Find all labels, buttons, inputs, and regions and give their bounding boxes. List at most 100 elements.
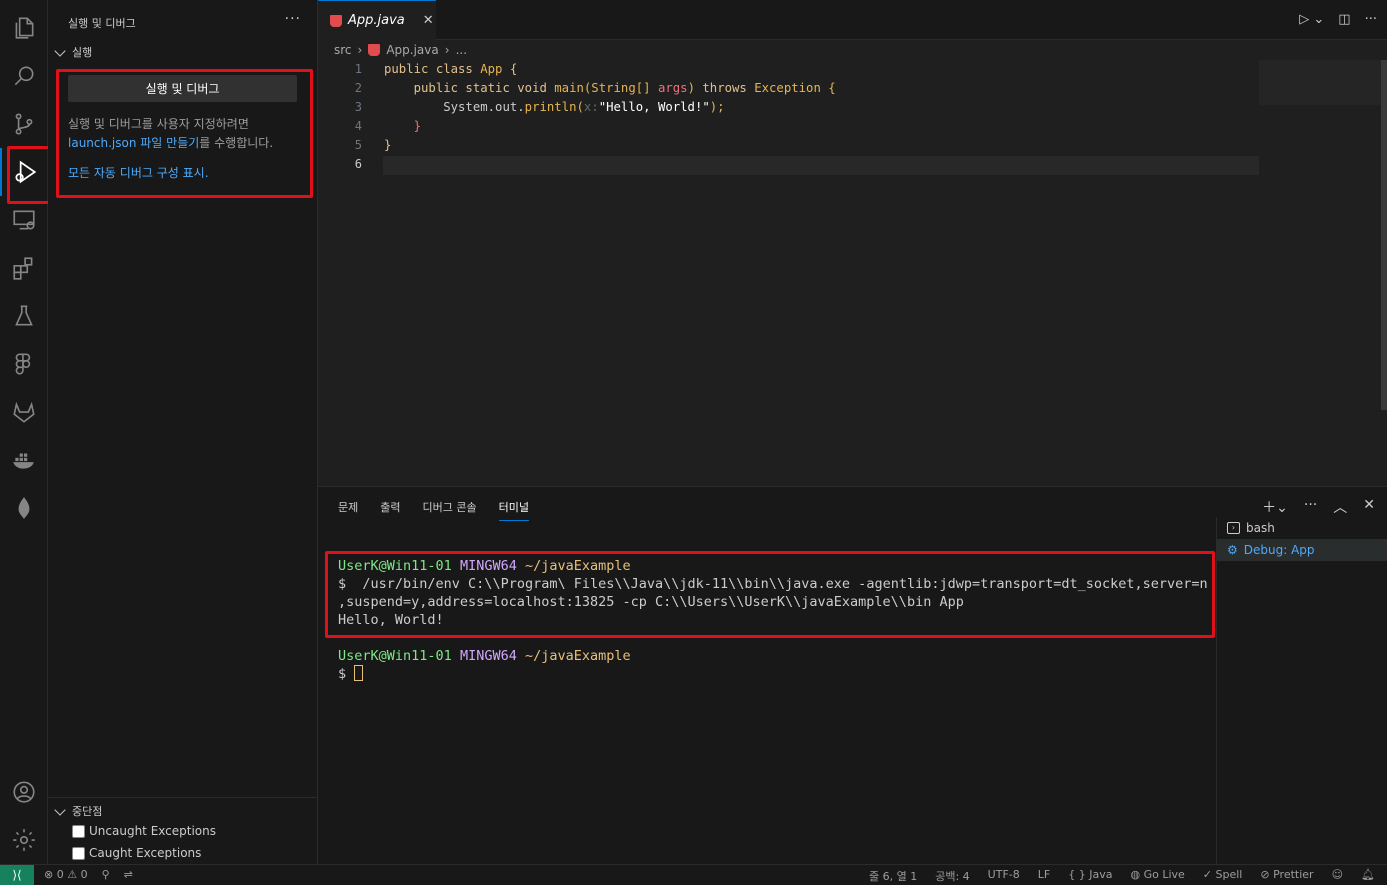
search-icon[interactable] — [0, 52, 48, 100]
remote-indicator-icon[interactable]: ⟩⟨ — [0, 865, 34, 885]
breakpoints-label: 중단점 — [72, 805, 103, 818]
split-editor-icon[interactable]: ◫ — [1338, 12, 1350, 27]
run-file-icon[interactable]: ▷ ⌄ — [1299, 12, 1324, 27]
chevron-down-icon — [54, 44, 66, 57]
terminal-command-line: $ /usr/bin/env C:\\Program\ Files\\Java\… — [338, 576, 1208, 592]
remote-explorer-icon[interactable] — [0, 196, 48, 244]
prettier[interactable]: ⊘ Prettier — [1260, 868, 1313, 884]
code-line-4: } — [384, 119, 422, 133]
figma-icon[interactable] — [0, 340, 48, 388]
run-desc-text-2: 를 수행합니다. — [199, 136, 274, 150]
terminal-icon: › — [1227, 522, 1240, 534]
more-actions-icon[interactable]: ··· — [285, 11, 301, 27]
more-actions-icon[interactable]: ··· — [1365, 12, 1377, 27]
spell[interactable]: ✓ Spell — [1203, 868, 1243, 884]
breakpoint-uncaught[interactable]: Uncaught Exceptions — [72, 824, 216, 838]
terminal-cursor — [354, 665, 364, 681]
gitlab-icon[interactable] — [0, 388, 48, 436]
end-of-line[interactable]: LF — [1038, 868, 1050, 884]
problems-status[interactable]: ⊗ 0 ⚠ 0 — [44, 868, 88, 881]
breakpoint-label: Caught Exceptions — [89, 846, 202, 860]
terminal-output[interactable]: UserK@Win11-01 MINGW64 ~/javaExample $ /u… — [338, 557, 1208, 683]
line-number: 1 — [354, 62, 362, 76]
editor-tab-bar: App.java ✕ ▷ ⌄ ◫ ··· — [318, 0, 1387, 40]
account-icon[interactable] — [0, 768, 48, 816]
cursor-position[interactable]: 줄 6, 열 1 — [869, 868, 917, 884]
terminal-item-debug[interactable]: ⚙ Debug: App — [1217, 539, 1387, 561]
panel-actions: ＋⌄ ··· ︿ ✕ — [1262, 497, 1375, 517]
notifications-bell-icon[interactable]: 🔔︎ — [1361, 868, 1375, 884]
tab-app-java[interactable]: App.java ✕ — [318, 0, 436, 40]
extensions-icon[interactable] — [0, 244, 48, 292]
caught-checkbox[interactable] — [72, 846, 85, 860]
line-number: 2 — [354, 81, 362, 95]
language-mode[interactable]: { } Java — [1068, 868, 1112, 884]
breadcrumb-file[interactable]: App.java — [386, 43, 438, 57]
minimap[interactable] — [1259, 60, 1381, 105]
tab-debug-console[interactable]: 디버그 콘솔 — [423, 499, 477, 521]
line-number: 5 — [354, 138, 362, 152]
editor-scrollbar[interactable] — [1381, 60, 1387, 410]
explorer-icon[interactable] — [0, 4, 48, 52]
sidebar-divider — [48, 797, 317, 798]
go-live[interactable]: ◍ Go Live — [1130, 868, 1184, 884]
status-right: 줄 6, 열 1 공백: 4 UTF-8 LF { } Java ◍ Go Li… — [869, 868, 1375, 884]
sidebar-title: 실행 및 디버그 — [68, 17, 136, 30]
editor-actions: ▷ ⌄ ◫ ··· — [1299, 12, 1377, 27]
line-number: 3 — [354, 100, 362, 114]
terminal-prompt-line: UserK@Win11-01 MINGW64 ~/javaExample — [338, 648, 631, 664]
breadcrumb-tail[interactable]: ... — [456, 43, 467, 57]
more-actions-icon[interactable]: ··· — [1304, 497, 1317, 517]
source-control-icon[interactable] — [0, 100, 48, 148]
run-desc-text-1: 실행 및 디버그를 사용자 지정하려면 — [68, 117, 249, 131]
code-editor[interactable]: 1 2 3 4 5 6 public class App { public st… — [318, 60, 1387, 486]
close-icon[interactable]: ✕ — [423, 13, 434, 28]
breakpoints-section-header[interactable]: 중단점 — [54, 803, 102, 819]
debug-status-icon[interactable]: ⚲ — [102, 868, 110, 881]
encoding[interactable]: UTF-8 — [988, 868, 1020, 884]
feedback-icon[interactable]: ☺ — [1332, 868, 1343, 884]
show-auto-configs-link[interactable]: 모든 자동 디버그 구성 표시. — [68, 166, 209, 180]
status-bar: ⟩⟨ ⊗ 0 ⚠ 0 ⚲ ⇌ 줄 6, 열 1 공백: 4 UTF-8 LF {… — [0, 864, 1387, 885]
breakpoint-caught[interactable]: Caught Exceptions — [72, 846, 201, 860]
terminal-item-label: Debug: App — [1243, 543, 1315, 557]
tab-label: App.java — [348, 13, 405, 28]
run-section-header[interactable]: 실행 — [54, 44, 92, 60]
mongodb-icon[interactable] — [0, 484, 48, 532]
breadcrumb-folder[interactable]: src — [334, 43, 352, 57]
terminal-command-cont: ,suspend=y,address=localhost:13825 -cp C… — [338, 594, 964, 610]
java-file-icon — [368, 44, 381, 56]
run-debug-icon[interactable] — [0, 148, 48, 196]
run-description: 실행 및 디버그를 사용자 지정하려면 launch.json 파일 만들기를 … — [68, 115, 308, 153]
run-and-debug-button[interactable]: 실행 및 디버그 — [68, 75, 297, 102]
testing-icon[interactable] — [0, 292, 48, 340]
new-terminal-icon[interactable]: ＋⌄ — [1262, 497, 1288, 517]
code-line-3: System.out.println(x:"Hello, World!"); — [384, 100, 725, 114]
run-debug-sidebar: 실행 및 디버그 ··· 실행 실행 및 디버그 실행 및 디버그를 사용자 지… — [48, 0, 318, 864]
terminal-input-line[interactable]: $ — [338, 665, 1208, 683]
ports-icon[interactable]: ⇌ — [124, 868, 133, 881]
code-line-2: public static void main(String[] args) t… — [384, 81, 836, 95]
create-launch-json-link[interactable]: launch.json 파일 만들기 — [68, 136, 199, 150]
docker-icon[interactable] — [0, 436, 48, 484]
settings-gear-icon[interactable] — [0, 816, 48, 864]
tab-terminal[interactable]: 터미널 — [498, 499, 529, 521]
maximize-panel-icon[interactable]: ︿ — [1333, 497, 1347, 517]
tab-output[interactable]: 출력 — [380, 499, 400, 521]
breakpoint-label: Uncaught Exceptions — [89, 824, 216, 838]
status-left: ⊗ 0 ⚠ 0 ⚲ ⇌ — [44, 868, 133, 881]
code-line-1: public class App { — [384, 62, 518, 76]
indentation[interactable]: 공백: 4 — [935, 868, 969, 884]
terminal-program-output: Hello, World! — [338, 612, 444, 628]
run-section-label: 실행 — [72, 46, 93, 59]
close-icon[interactable]: ✕ — [1363, 497, 1375, 517]
terminal-item-bash[interactable]: › bash — [1217, 517, 1387, 539]
debug-icon: ⚙ — [1227, 543, 1238, 557]
terminal-item-label: bash — [1246, 521, 1275, 535]
java-file-icon — [330, 14, 342, 27]
tab-problems[interactable]: 문제 — [338, 499, 358, 521]
terminal-prompt-line: UserK@Win11-01 MINGW64 ~/javaExample — [338, 558, 631, 574]
breadcrumb: src › App.java › ... — [334, 43, 467, 57]
uncaught-checkbox[interactable] — [72, 824, 85, 838]
